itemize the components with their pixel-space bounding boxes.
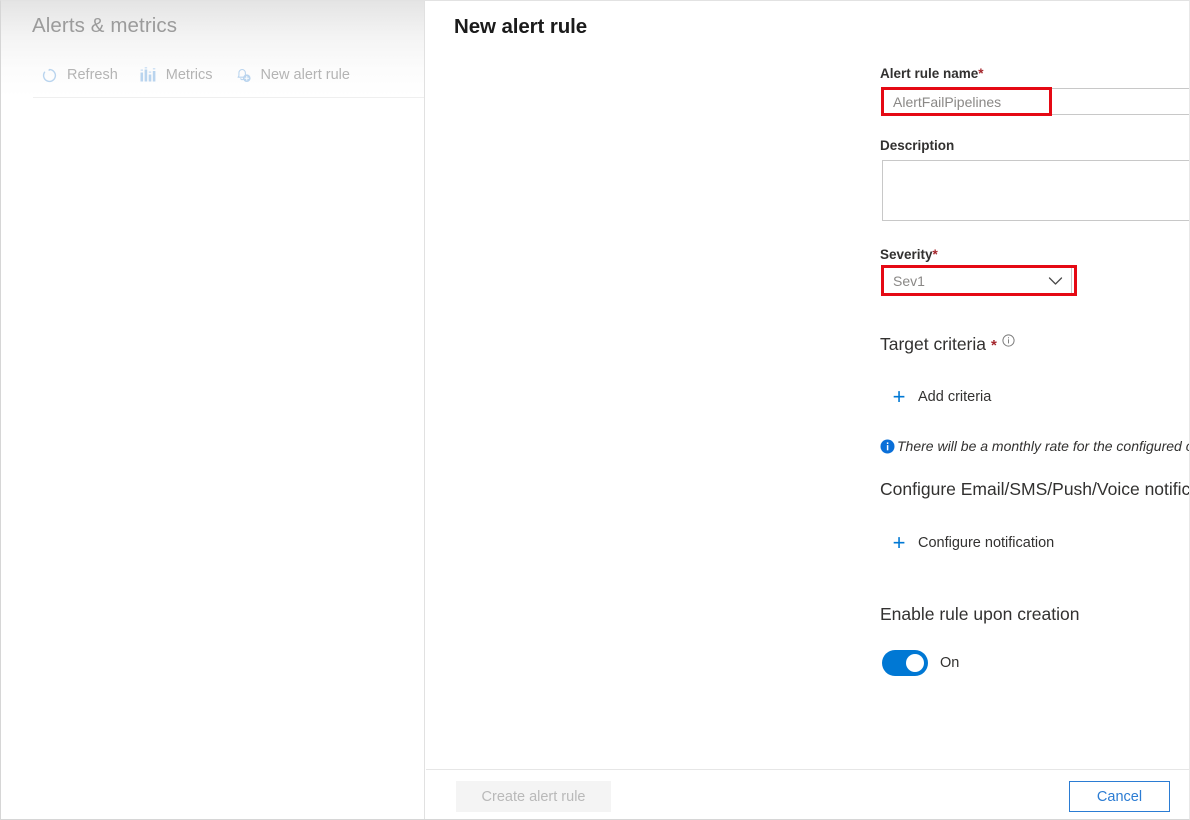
toolbar-button-new-alert-rule[interactable]: New alert rule [226, 63, 363, 87]
cancel-button[interactable]: Cancel [1069, 781, 1170, 812]
pricing-notice-text: There will be a monthly rate for the con… [897, 438, 1189, 454]
add-criteria-button[interactable]: + Add criteria [890, 384, 992, 409]
notification-heading-text: Configure Email/SMS/Push/Voice notificat… [880, 479, 1190, 499]
configure-notification-button[interactable]: + Configure notification [890, 530, 1055, 555]
toolbar-divider [33, 97, 424, 98]
toggle-state-label: On [940, 655, 960, 671]
severity-dropdown[interactable]: Sev1 [882, 267, 1072, 294]
info-filled-icon [880, 439, 895, 454]
enable-rule-heading: Enable rule upon creation [880, 604, 1079, 625]
enable-rule-toggle[interactable] [882, 650, 928, 676]
plus-icon: + [892, 530, 906, 555]
create-alert-rule-button[interactable]: Create alert rule [456, 781, 611, 812]
toolbar-button-metrics[interactable]: Metrics [131, 63, 226, 87]
enable-rule-heading-text: Enable rule upon creation [880, 604, 1080, 624]
toolbar-label-new-alert-rule: New alert rule [260, 67, 350, 83]
alert-rule-name-input[interactable] [882, 88, 1189, 115]
bell-plus-icon [234, 66, 252, 84]
description-label-text: Description [880, 138, 955, 153]
toolbar-label-refresh: Refresh [67, 67, 118, 83]
severity-label: Severity* [880, 247, 938, 262]
notification-heading: Configure Email/SMS/Push/Voice notificat… [880, 479, 1190, 500]
toggle-knob [906, 654, 924, 672]
refresh-icon [40, 66, 58, 84]
enable-rule-toggle-row: On [882, 650, 959, 676]
page-title: New alert rule [454, 15, 588, 38]
description-textarea[interactable] [882, 160, 1189, 221]
target-criteria-heading: Target criteria * [880, 334, 1015, 355]
target-criteria-heading-text: Target criteria [880, 334, 987, 354]
pricing-notice: There will be a monthly rate for the con… [880, 438, 1189, 454]
toolbar-button-refresh[interactable]: Refresh [32, 63, 131, 87]
alerts-metrics-title: Alerts & metrics [32, 14, 178, 37]
alert-rule-name-label-text: Alert rule name [880, 66, 979, 81]
description-label: Description [880, 138, 954, 153]
bar-chart-icon [139, 66, 157, 84]
required-marker: * [991, 337, 997, 354]
alert-rule-name-label: Alert rule name* [880, 66, 984, 81]
panel-footer: Create alert rule Cancel [426, 769, 1189, 819]
alerts-metrics-toolbar: Refresh Metrics New alert rule [32, 63, 363, 87]
configure-notification-label: Configure notification [918, 535, 1055, 551]
app-window: Alerts & metrics Refresh Metrics New ale… [0, 0, 1190, 820]
severity-selected-value: Sev1 [893, 272, 925, 289]
required-marker: * [932, 247, 938, 262]
severity-label-text: Severity [880, 247, 933, 262]
add-criteria-label: Add criteria [918, 389, 992, 405]
new-alert-rule-panel: New alert rule Alert rule name* Descript… [426, 1, 1190, 819]
alerts-metrics-panel: Alerts & metrics Refresh Metrics New ale… [1, 1, 425, 819]
chevron-down-icon [1048, 276, 1063, 286]
required-marker: * [978, 66, 984, 81]
plus-icon: + [892, 384, 906, 409]
info-outline-icon[interactable] [1002, 331, 1015, 347]
toolbar-label-metrics: Metrics [165, 67, 213, 83]
